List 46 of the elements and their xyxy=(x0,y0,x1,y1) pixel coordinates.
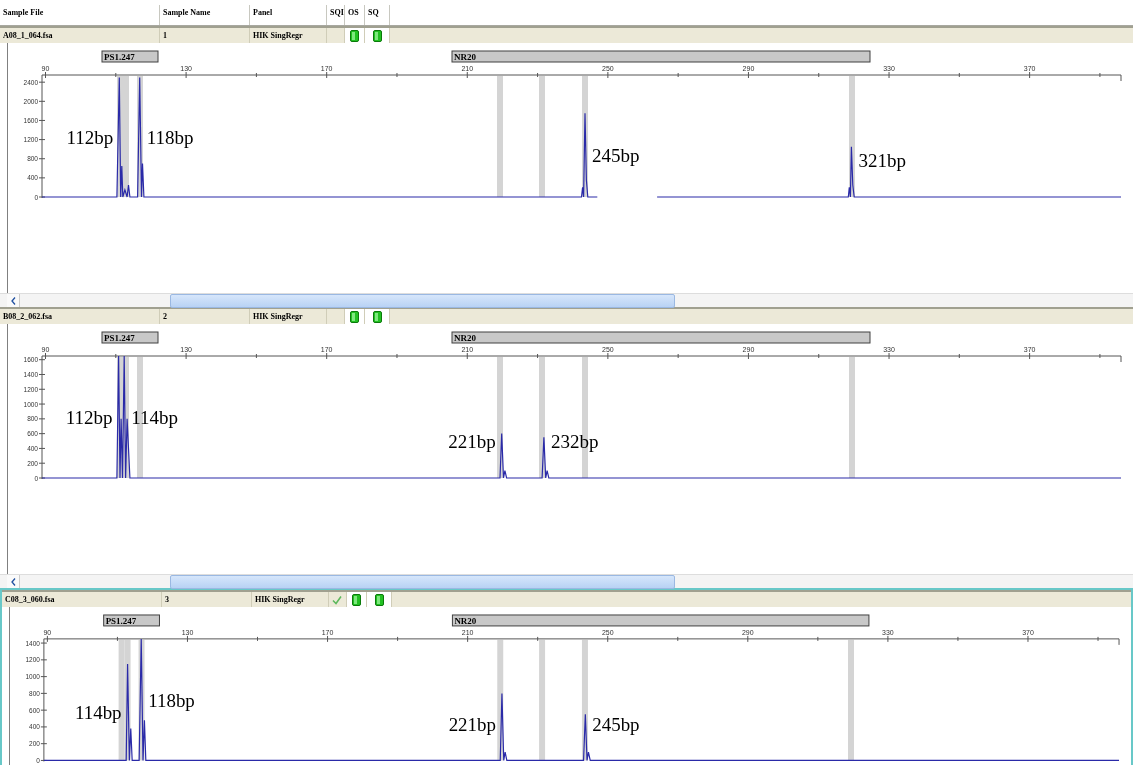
peak-label: 221bp xyxy=(448,431,496,453)
column-header[interactable]: Panel xyxy=(250,5,327,25)
horizontal-scrollbar[interactable] xyxy=(0,293,1133,307)
status-icon xyxy=(350,29,359,42)
status-icon xyxy=(350,310,359,323)
peak-label: 245bp xyxy=(592,145,640,167)
table-cell: B08_2_062.fsa xyxy=(0,309,160,324)
column-header[interactable]: SQ xyxy=(365,5,390,25)
horizontal-scrollbar[interactable] xyxy=(0,574,1133,588)
status-icon xyxy=(352,593,361,606)
locus-bar[interactable]: PS1.247 xyxy=(101,331,159,344)
check-icon xyxy=(332,594,342,605)
peak-label: 114bp xyxy=(75,702,122,724)
peak-label: 118bp xyxy=(148,689,195,711)
locus-bar[interactable]: NR20 xyxy=(451,50,871,63)
column-header[interactable]: OS xyxy=(345,5,365,25)
table-cell: 1 xyxy=(160,28,250,43)
peak-label: 114bp xyxy=(131,407,179,428)
locus-bar[interactable]: NR20 xyxy=(451,331,871,344)
column-header[interactable]: SQI xyxy=(327,5,345,25)
scroll-thumb[interactable] xyxy=(170,575,675,589)
locus-bar[interactable]: NR20 xyxy=(451,614,870,627)
status-icon xyxy=(372,29,382,42)
peak-label: 221bp xyxy=(448,713,496,735)
peak-label: 118bp xyxy=(146,127,194,149)
peak-label: 112bp xyxy=(65,407,113,428)
peak-label: 245bp xyxy=(592,713,640,735)
peak-label: 112bp xyxy=(66,127,114,149)
locus-bar[interactable]: PS1.247 xyxy=(103,614,160,627)
locus-bar[interactable]: PS1.247 xyxy=(101,50,159,63)
status-icon xyxy=(372,310,382,323)
chevron-left-icon[interactable] xyxy=(10,296,16,305)
column-header[interactable]: Sample Name xyxy=(160,5,250,25)
column-header[interactable]: Sample File xyxy=(0,5,160,25)
table-cell: HIK SingRegr xyxy=(252,592,329,607)
table-cell: 3 xyxy=(162,592,252,607)
peak-label: 321bp xyxy=(858,150,906,172)
scroll-thumb[interactable] xyxy=(170,294,675,308)
table-cell: HIK SingRegr xyxy=(250,28,327,43)
table-cell: C08_3_060.fsa xyxy=(2,592,162,607)
chevron-left-icon[interactable] xyxy=(10,577,16,586)
table-cell: HIK SingRegr xyxy=(250,309,327,324)
table-cell: 2 xyxy=(160,309,250,324)
peak-label: 232bp xyxy=(550,431,599,453)
table-cell: A08_1_064.fsa xyxy=(0,28,160,43)
status-icon xyxy=(374,593,384,606)
